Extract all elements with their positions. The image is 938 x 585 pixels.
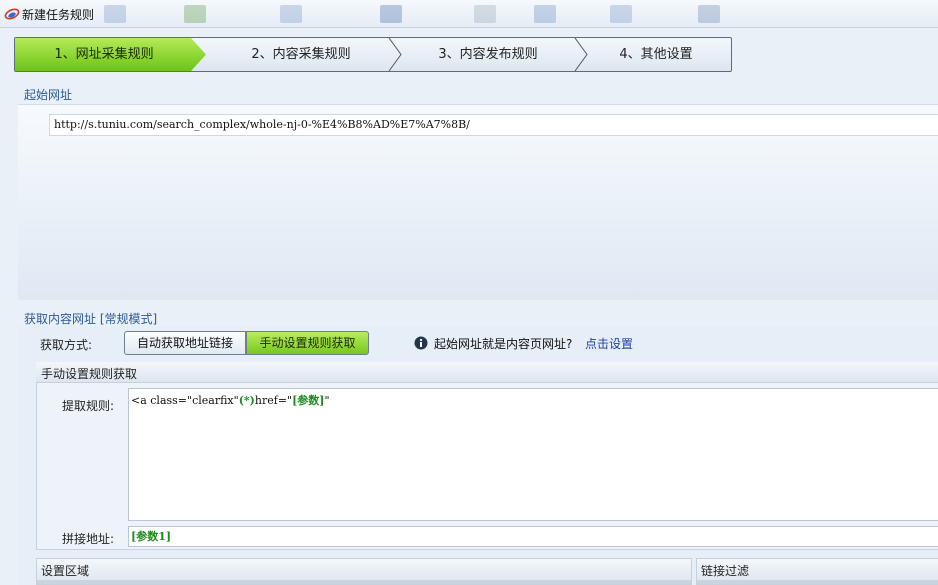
toolbar-ghost-icon — [698, 5, 720, 23]
toolbar-ghost-icon — [104, 5, 126, 23]
settings-area-group: 设置区域 — [36, 558, 692, 585]
tab-publish-rules[interactable]: 3、内容发布规则 — [395, 38, 581, 71]
settings-area-strip — [37, 580, 691, 584]
start-url-label: 起始网址 — [24, 88, 73, 102]
toolbar-ghost-icon — [534, 5, 556, 23]
tab-url-rules[interactable]: 1、网址采集规则 — [15, 38, 206, 71]
window-title: 新建任务规则 — [22, 8, 95, 22]
app-logo-icon — [4, 8, 20, 20]
tab-label: 3、内容发布规则 — [438, 47, 538, 62]
rule-suffix: " — [324, 394, 330, 407]
start-url-input[interactable]: http://s.tuniu.com/search_complex/whole-… — [49, 114, 938, 136]
tab-label: 1、网址采集规则 — [54, 47, 154, 62]
link-filter-group: 链接过滤 — [696, 558, 938, 585]
rule-prefix: <a class="clearfix" — [131, 394, 239, 407]
link-filter-title: 链接过滤 — [701, 564, 750, 578]
toolbar-ghost-icon — [280, 5, 302, 23]
rule-param: [参数] — [292, 394, 325, 407]
fetch-url-label: 获取内容网址 [常规模式] — [24, 312, 158, 326]
toolbar-ghost-icon — [380, 5, 402, 23]
tab-label: 4、其他设置 — [619, 47, 693, 62]
info-text: 起始网址就是内容页网址? — [434, 337, 573, 351]
rule-wildcard: (*) — [238, 394, 255, 407]
info-icon — [414, 336, 428, 350]
tab-other-settings[interactable]: 4、其他设置 — [581, 38, 731, 71]
tab-label: 2、内容采集规则 — [251, 47, 351, 62]
concat-url-label: 拼接地址: — [62, 532, 115, 546]
group-title: 手动设置规则获取 — [41, 367, 138, 381]
extract-rule-textarea[interactable]: <a class="clearfix"(*)href="[参数]" — [128, 388, 938, 521]
wizard-steps: 1、网址采集规则 2、内容采集规则 3、内容发布规则 4、其他设置 — [14, 37, 732, 72]
manual-rule-group-header: 手动设置规则获取 — [36, 362, 938, 383]
settings-area-title: 设置区域 — [41, 564, 90, 578]
toolbar-ghost-icon — [474, 5, 496, 23]
title-bar: 新建任务规则 — [0, 0, 938, 28]
fetch-method-label: 获取方式: — [40, 338, 93, 352]
rule-middle: href=" — [254, 394, 293, 407]
auto-fetch-button[interactable]: 自动获取地址链接 — [124, 331, 246, 355]
click-settings-link[interactable]: 点击设置 — [585, 335, 633, 352]
tab-content-rules[interactable]: 2、内容采集规则 — [207, 38, 395, 71]
extract-rule-label: 提取规则: — [62, 399, 115, 413]
concat-url-input[interactable]: [参数1] — [128, 526, 938, 547]
link-filter-strip — [697, 580, 938, 584]
toolbar-ghost-icon — [610, 5, 632, 23]
toolbar-ghost-icon — [184, 5, 206, 23]
manual-rule-button[interactable]: 手动设置规则获取 — [246, 331, 369, 355]
